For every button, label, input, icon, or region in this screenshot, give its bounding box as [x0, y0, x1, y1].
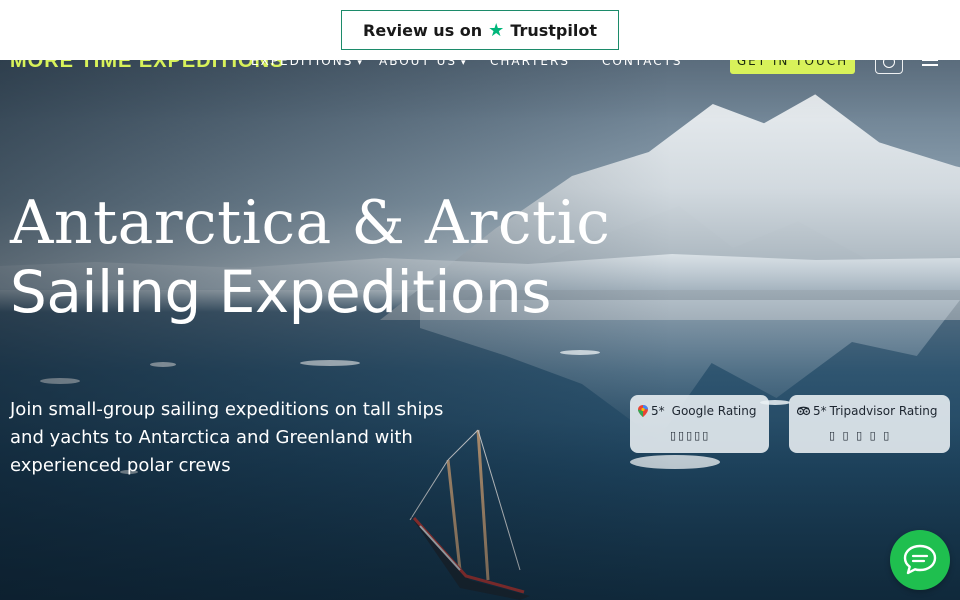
hero-subtitle: Join small-group sailing expeditions on … [10, 399, 444, 476]
rating-stars: ▯ ▯ ▯ ▯ ▯ [829, 429, 892, 442]
rating-label: Tripadvisor Rating [829, 404, 938, 418]
trustpilot-prefix: Review us on [363, 20, 483, 40]
tripadvisor-owl-icon [797, 406, 810, 416]
tripadvisor-rating-card[interactable]: 5* Tripadvisor Rating ▯ ▯ ▯ ▯ ▯ [789, 395, 950, 453]
rating-score: 5* [651, 404, 665, 418]
hero-title-line2: Sailing Expeditions [10, 258, 551, 326]
google-maps-pin-icon [638, 405, 648, 417]
rating-line: 5* Google Rating [638, 404, 756, 418]
chat-widget-button[interactable] [890, 530, 950, 590]
rating-stars: ▯▯▯▯▯ [670, 429, 711, 442]
google-rating-card[interactable]: 5* Google Rating ▯▯▯▯▯ [630, 395, 769, 453]
rating-line: 5* Tripadvisor Rating [797, 404, 938, 418]
rating-score: 5* [813, 404, 827, 418]
chat-bubble-icon [903, 544, 937, 575]
trustpilot-brand: Trustpilot [510, 20, 597, 40]
star-icon: ★ [488, 19, 505, 41]
hero-title-line1: Antarctica & Arctic [10, 188, 611, 258]
trustpilot-banner: Review us on ★ Trustpilot [0, 0, 960, 60]
rating-label: Google Rating [671, 404, 757, 418]
trustpilot-review-button[interactable]: Review us on ★ Trustpilot [341, 10, 619, 50]
